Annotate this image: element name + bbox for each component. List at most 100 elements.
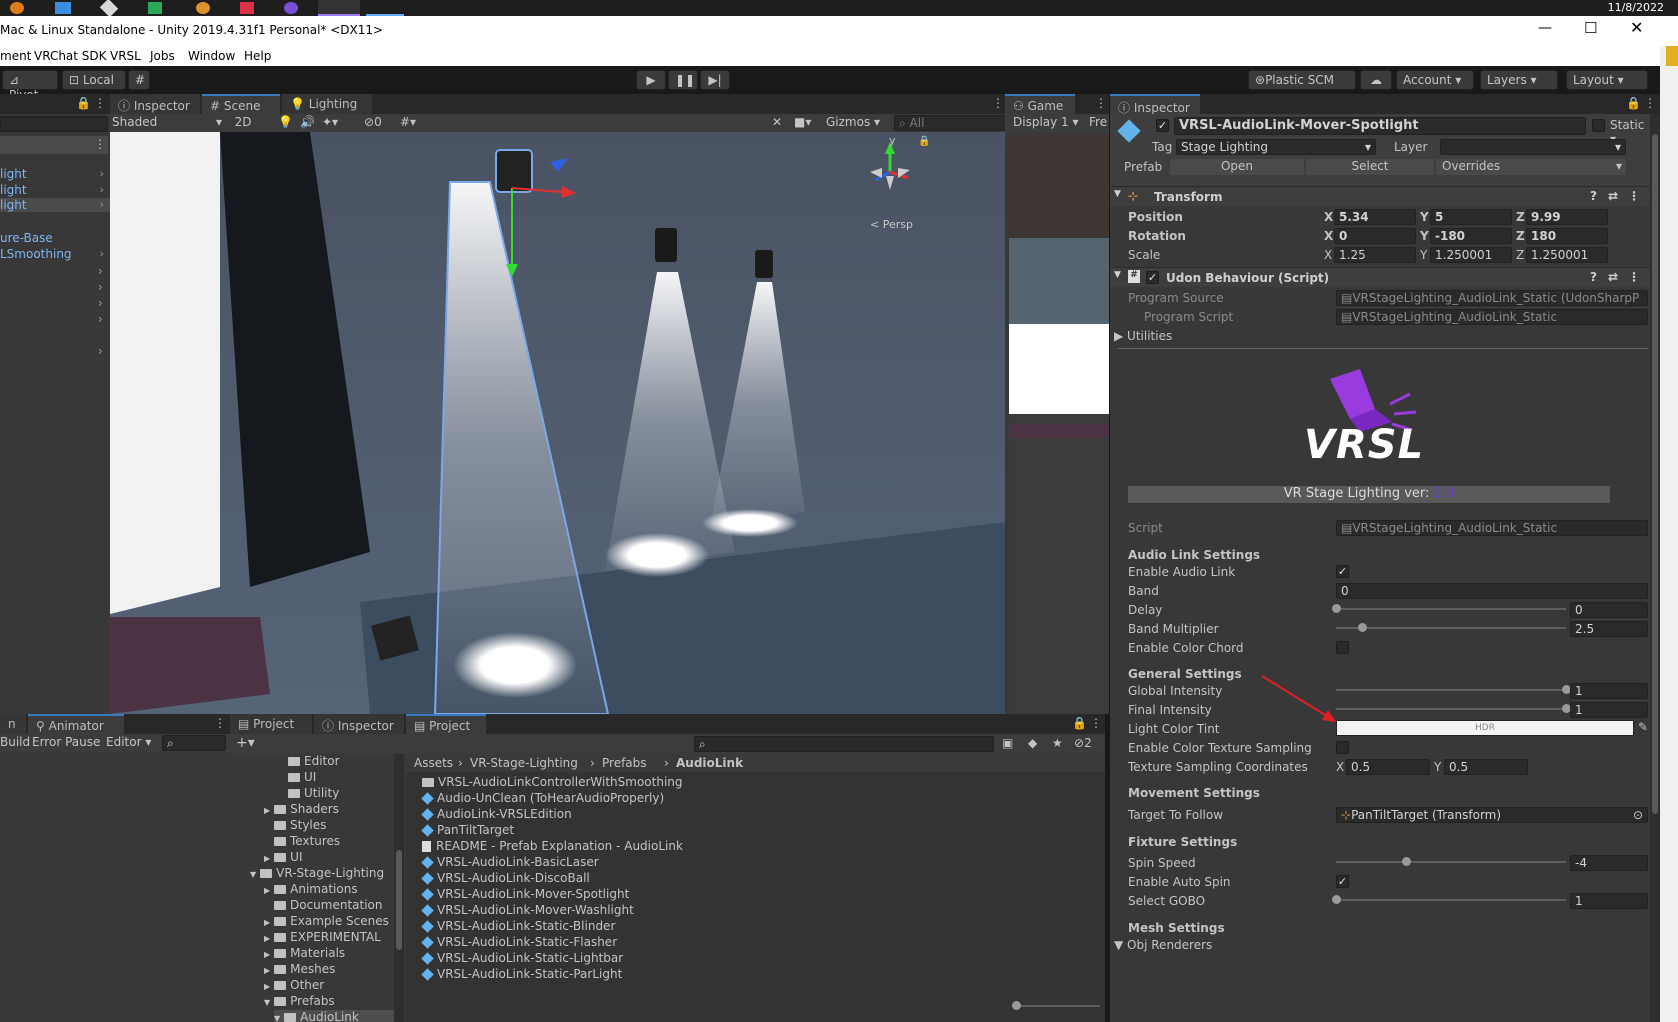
project-search-input[interactable]: ⌕	[694, 736, 994, 752]
utilities-foldout[interactable]: ▶ Utilities	[1114, 329, 1172, 343]
local-button[interactable]: ⊡ Local	[62, 70, 126, 90]
folder-meshes[interactable]: ▶ Meshes	[264, 962, 335, 976]
tab-inspector[interactable]: ⓘ Inspector	[1110, 94, 1200, 115]
final-intensity-slider[interactable]	[1336, 708, 1566, 710]
breadcrumb-audiolink[interactable]: AudioLink	[676, 756, 743, 770]
prefab-open-button[interactable]: Open	[1170, 159, 1304, 175]
file-item[interactable]: VRSL-AudioLink-Mover-Spotlight	[421, 887, 629, 901]
editor-dropdown[interactable]: Editor ▾	[106, 735, 151, 749]
layers-dropdown[interactable]: Layers ▾	[1480, 70, 1558, 90]
app-icon[interactable]	[55, 2, 71, 14]
file-item[interactable]: AudioLink-VRSLEdition	[421, 807, 572, 821]
program-script-field[interactable]: ▤VRStageLighting_AudioLink_Static	[1336, 309, 1648, 325]
expand-icon[interactable]: ›	[98, 344, 103, 358]
select-gobo-field[interactable]: 1	[1570, 893, 1648, 909]
eyedropper-icon[interactable]: ✎	[1638, 720, 1648, 734]
prefab-overrides-dropdown[interactable]: Overrides ▾	[1436, 159, 1626, 175]
grid-toggle-icon[interactable]: #▾	[400, 115, 416, 129]
favorites-icon[interactable]: ★	[1052, 736, 1063, 750]
folder-styles[interactable]: Styles	[274, 818, 326, 832]
hierarchy-item[interactable]: ure-Base	[0, 231, 110, 245]
more-icon[interactable]: ⋮	[1095, 96, 1107, 110]
folder-animations[interactable]: ▶ Animations	[264, 882, 358, 896]
script-field[interactable]: ▤VRStageLighting_AudioLink_Static	[1336, 520, 1648, 536]
preset-icon[interactable]: ⇄	[1608, 189, 1618, 203]
expand-icon[interactable]: ›	[98, 296, 103, 310]
tab-project[interactable]: ▤ Project	[230, 714, 312, 734]
file-item[interactable]: VRSL-AudioLinkControllerWithSmoothing	[422, 775, 683, 789]
folder-shaders[interactable]: ▶ Shaders	[264, 802, 339, 816]
rotation-x-field[interactable]: 0	[1334, 228, 1416, 244]
tab-console[interactable]: n	[0, 714, 26, 734]
folder-editor[interactable]: Editor	[288, 754, 340, 768]
band-multiplier-field[interactable]: 2.5	[1570, 621, 1648, 637]
help-icon[interactable]: ?	[1590, 270, 1597, 284]
obj-renderers-foldout[interactable]: ▼ Obj Renderers	[1114, 938, 1212, 952]
file-item[interactable]: VRSL-AudioLink-Mover-Washlight	[421, 903, 634, 917]
folder-ui[interactable]: ▶ UI	[264, 850, 302, 864]
texture-coord-y-field[interactable]: 0.5	[1444, 759, 1528, 775]
app-icon[interactable]	[10, 2, 24, 14]
search-by-type-icon[interactable]: ▣	[1002, 736, 1013, 750]
select-gobo-slider[interactable]	[1336, 899, 1566, 901]
icon-size-slider-knob[interactable]	[1012, 1001, 1021, 1010]
static-checkbox[interactable]	[1592, 119, 1605, 132]
lock-icon[interactable]: 🔒	[76, 96, 91, 110]
folder-materials[interactable]: ▶ Materials	[264, 946, 345, 960]
2d-toggle[interactable]: 2D	[232, 115, 254, 129]
account-dropdown[interactable]: Account ▾	[1396, 70, 1474, 90]
global-intensity-slider[interactable]	[1336, 689, 1566, 691]
preset-icon[interactable]: ⇄	[1608, 270, 1618, 284]
hierarchy-item[interactable]: light ›	[0, 183, 110, 197]
expand-icon[interactable]: ›	[98, 264, 103, 278]
effects-toggle-icon[interactable]: ✦▾	[322, 115, 338, 129]
file-item[interactable]: VRSL-AudioLink-Static-ParLight	[421, 967, 622, 981]
step-button[interactable]: ▶|	[700, 70, 730, 90]
enable-color-texture-sampling-checkbox[interactable]	[1336, 741, 1349, 754]
position-x-field[interactable]: 5.34	[1334, 209, 1416, 225]
texture-coord-x-field[interactable]: 0.5	[1346, 759, 1430, 775]
layout-dropdown[interactable]: Layout ▾	[1566, 70, 1648, 90]
camera-icon[interactable]: ■▾	[794, 115, 811, 129]
rotation-y-field[interactable]: -180	[1430, 228, 1512, 244]
play-button[interactable]: ▶	[636, 70, 666, 90]
spin-speed-field[interactable]: -4	[1570, 855, 1648, 871]
more-icon[interactable]: ⋮	[992, 96, 1004, 110]
audio-toggle-icon[interactable]: 🔊	[300, 115, 315, 129]
spin-speed-slider[interactable]	[1336, 861, 1566, 863]
minimize-icon[interactable]: —	[1538, 20, 1552, 36]
search-by-label-icon[interactable]: ◆	[1028, 736, 1037, 750]
persp-toggle[interactable]: < Persp	[870, 218, 913, 231]
menu-item-help[interactable]: Help	[244, 49, 271, 63]
inspector-scrollbar[interactable]	[1650, 114, 1660, 1022]
maximize-icon[interactable]: ☐	[1584, 19, 1597, 37]
enable-audio-link-checkbox[interactable]: ✓	[1336, 565, 1349, 578]
folder-other[interactable]: ▶ Other	[264, 978, 324, 992]
more-icon[interactable]: ⋮	[214, 716, 226, 730]
tab-animator[interactable]: ⚲ Animator	[28, 714, 124, 734]
scene-viewport[interactable]: y 🔒 < Persp	[110, 132, 1005, 714]
expand-icon[interactable]: ›	[98, 312, 103, 326]
more-icon[interactable]: ⋮	[94, 96, 106, 110]
target-to-follow-field[interactable]: ⊹PanTiltTarget (Transform) ⊙	[1336, 807, 1648, 823]
udon-enabled-checkbox[interactable]: ✓	[1146, 271, 1159, 284]
enable-auto-spin-checkbox[interactable]: ✓	[1336, 875, 1349, 888]
more-icon[interactable]: ⋮	[1644, 96, 1656, 110]
scale-x-field[interactable]: 1.25	[1334, 247, 1416, 263]
hierarchy-item[interactable]: light ›	[0, 167, 110, 181]
breadcrumb-prefabs[interactable]: Prefabs	[602, 756, 647, 770]
menu-item-jobs[interactable]: Jobs	[150, 49, 175, 63]
pause-button[interactable]: ❚❚	[668, 70, 698, 90]
enable-color-chord-checkbox[interactable]	[1336, 641, 1349, 654]
delay-field[interactable]: 0	[1570, 602, 1648, 618]
app-icon[interactable]	[240, 2, 254, 14]
app-icon-active[interactable]	[318, 0, 360, 16]
free-aspect-dropdown[interactable]: Fre	[1089, 115, 1107, 129]
tab-inspector[interactable]: ⓘ Inspector	[110, 94, 200, 114]
tree-scrollbar[interactable]	[394, 754, 404, 1022]
error-pause-button[interactable]: Error Pause	[32, 735, 100, 749]
icon-size-slider[interactable]	[1016, 1005, 1100, 1007]
folder-prefabs[interactable]: ▼ Prefabs	[264, 994, 335, 1008]
cloud-icon[interactable]: ☁	[1360, 70, 1392, 90]
transform-header[interactable]: ▼ ⊹ Transform ? ⇄ ⋮	[1110, 186, 1650, 206]
